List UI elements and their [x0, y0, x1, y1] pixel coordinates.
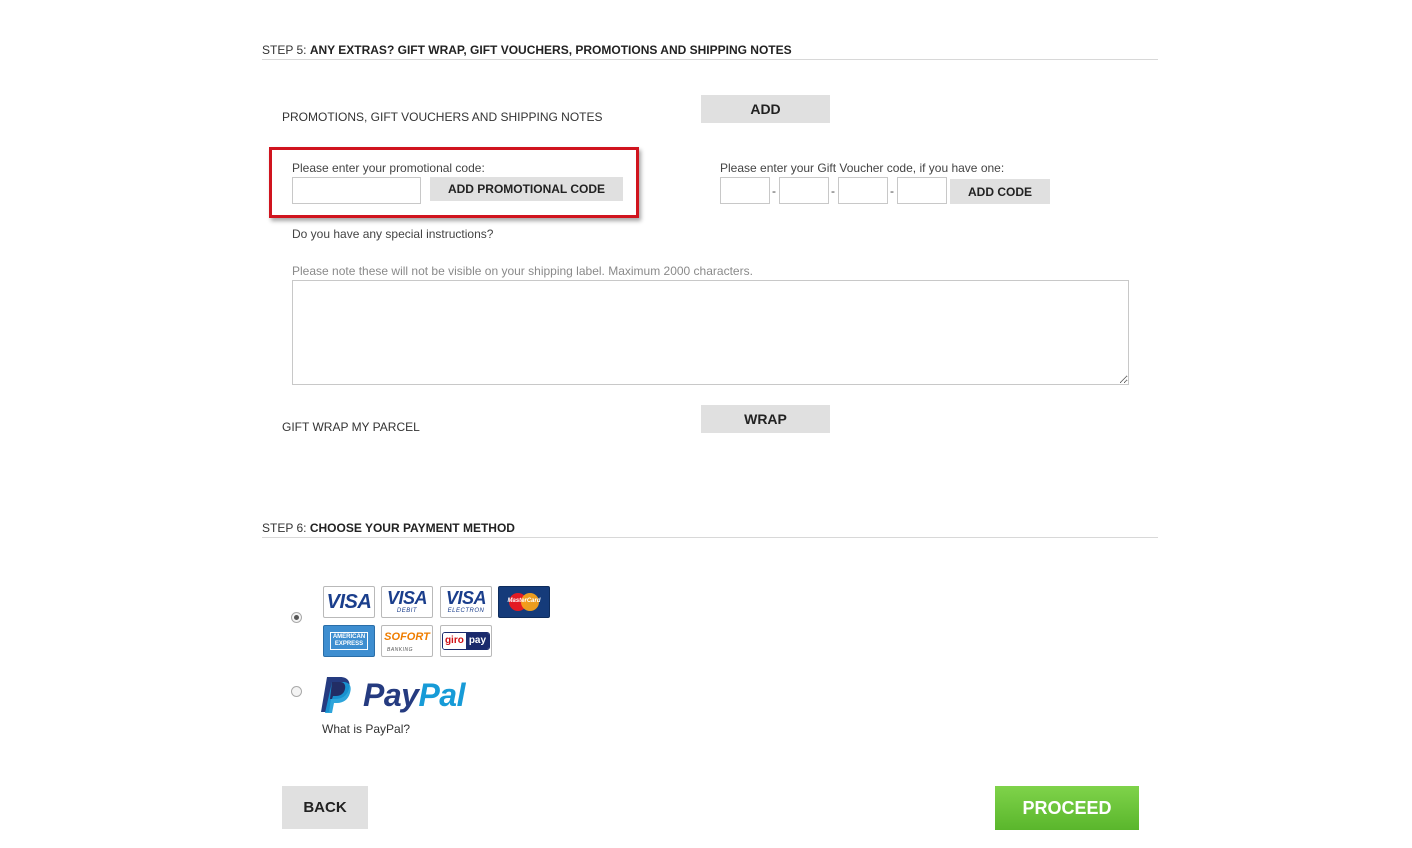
sofort-logo: SOFORT BANKING	[381, 625, 433, 657]
special-instructions-textarea[interactable]	[292, 280, 1129, 385]
visa-electron-card-logo: VISA ELECTRON	[440, 586, 492, 618]
paypal-logo[interactable]: PayPal	[319, 676, 465, 714]
giropay-text-1: giro	[442, 633, 466, 649]
paypal-p-icon	[321, 677, 351, 713]
proceed-button[interactable]: PROCEED	[995, 786, 1139, 830]
promotions-row-label: PROMOTIONS, GIFT VOUCHERS AND SHIPPING N…	[282, 110, 603, 124]
amex-card-logo: AMERICAN EXPRESS	[323, 625, 375, 657]
back-button[interactable]: BACK	[282, 786, 368, 829]
step6-heading: STEP 6: CHOOSE YOUR PAYMENT METHOD	[262, 521, 515, 535]
step5-prefix: STEP 5:	[262, 43, 307, 57]
visa-card-logo: VISA	[323, 586, 375, 618]
giropay-text-2: pay	[465, 633, 490, 649]
voucher-separator: -	[890, 184, 894, 198]
promo-code-label: Please enter your promotional code:	[292, 161, 485, 175]
visa-debit-sub-text: DEBIT	[396, 608, 418, 614]
giftwrap-row-label: GIFT WRAP MY PARCEL	[282, 420, 420, 434]
amex-logo-line2: EXPRESS	[334, 641, 364, 647]
step6-divider	[262, 537, 1158, 538]
promo-code-input[interactable]	[292, 177, 421, 204]
add-promo-code-button[interactable]: ADD PROMOTIONAL CODE	[430, 177, 623, 201]
paypal-payment-radio[interactable]	[291, 686, 302, 697]
voucher-code-part-2[interactable]	[779, 177, 829, 204]
step5-divider	[262, 59, 1158, 60]
instructions-note: Please note these will not be visible on…	[292, 264, 753, 278]
step5-title: ANY EXTRAS? GIFT WRAP, GIFT VOUCHERS, PR…	[309, 43, 792, 57]
voucher-code-part-3[interactable]	[838, 177, 888, 204]
giropay-logo: giro pay	[440, 625, 492, 657]
voucher-code-part-4[interactable]	[897, 177, 947, 204]
paypal-wordmark: PayPal	[363, 677, 465, 714]
step6-title: CHOOSE YOUR PAYMENT METHOD	[309, 521, 515, 535]
wrap-button[interactable]: WRAP	[701, 405, 830, 433]
paypal-word-1: Pay	[363, 676, 419, 713]
giropay-badge: giro pay	[441, 632, 491, 650]
mastercard-circles: MasterCard	[507, 592, 541, 612]
what-is-paypal-link[interactable]: What is PayPal?	[322, 722, 410, 736]
voucher-code-label: Please enter your Gift Voucher code, if …	[720, 161, 1005, 175]
visa-debit-card-logo: VISA DEBIT	[381, 586, 433, 618]
visa-debit-logo-text: VISA	[386, 588, 428, 608]
voucher-code-part-1[interactable]	[720, 177, 770, 204]
mastercard-logo: MasterCard	[498, 586, 550, 618]
amex-logo-box: AMERICAN EXPRESS	[329, 632, 369, 650]
voucher-separator: -	[772, 184, 776, 198]
add-voucher-code-button[interactable]: ADD CODE	[950, 179, 1050, 204]
voucher-separator: -	[831, 184, 835, 198]
amex-logo-line1: AMERICAN	[332, 634, 366, 640]
add-extras-button[interactable]: ADD	[701, 95, 830, 123]
sofort-logo-text: SOFORT	[384, 631, 430, 643]
visa-electron-logo-text: VISA	[445, 588, 487, 608]
paypal-word-2: Pal	[418, 676, 465, 713]
instructions-label: Do you have any special instructions?	[292, 227, 494, 241]
card-payment-radio[interactable]	[291, 612, 302, 623]
step5-heading: STEP 5: ANY EXTRAS? GIFT WRAP, GIFT VOUC…	[262, 43, 792, 57]
mastercard-logo-text: MasterCard	[507, 598, 541, 604]
sofort-sub-text: BANKING	[387, 647, 414, 653]
step6-prefix: STEP 6:	[262, 521, 307, 535]
visa-logo-text: VISA	[326, 591, 372, 613]
visa-electron-sub-text: ELECTRON	[447, 608, 485, 614]
